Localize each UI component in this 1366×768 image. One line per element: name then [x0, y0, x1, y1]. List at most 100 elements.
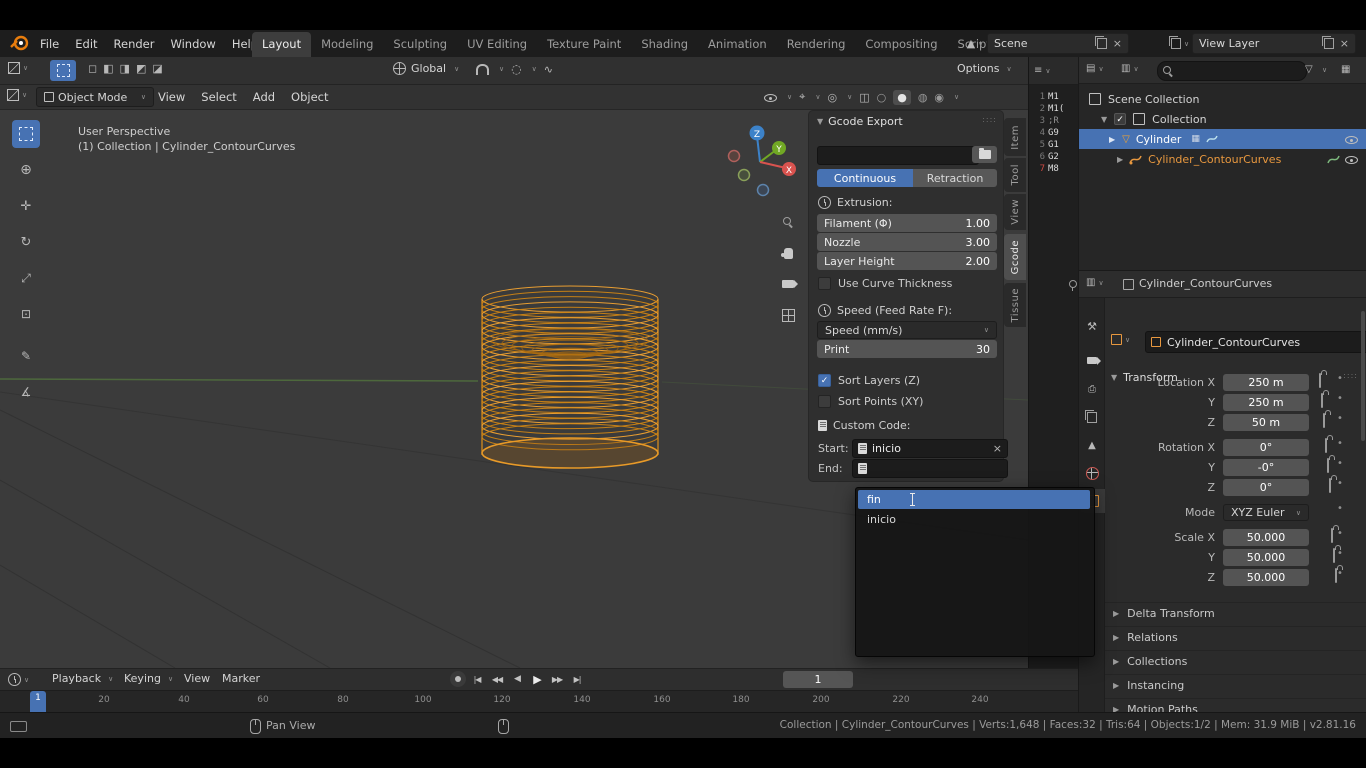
- snap-magnet-icon[interactable]: [476, 64, 489, 75]
- remove-view-layer-icon[interactable]: ×: [1340, 38, 1349, 49]
- overlays-toggle-icon[interactable]: ◎: [827, 91, 837, 104]
- tool-transform[interactable]: ⊡: [12, 300, 40, 328]
- zoom-button[interactable]: [776, 210, 800, 234]
- new-scene-icon[interactable]: [1097, 38, 1107, 49]
- sidebar-tab-view[interactable]: View: [1004, 194, 1026, 230]
- next-keyframe-button[interactable]: ▶▶: [548, 671, 566, 687]
- sidebar-tab-tissue[interactable]: Tissue: [1004, 283, 1026, 327]
- shading-wireframe-icon[interactable]: ○: [877, 91, 887, 104]
- text-datablock-icon[interactable]: [858, 443, 867, 454]
- editor-type-icon[interactable]: ∨: [8, 62, 28, 74]
- use-curve-thickness-checkbox[interactable]: [818, 277, 831, 290]
- outliner-editor-type-icon[interactable]: ▤∨: [1086, 63, 1104, 74]
- tab-view-layer-properties[interactable]: [1080, 405, 1104, 429]
- shading-rendered-icon[interactable]: ◉: [934, 91, 944, 104]
- workspace-tab-animation[interactable]: Animation: [698, 32, 777, 57]
- visibility-dropdown-icon[interactable]: ∨: [787, 93, 792, 101]
- animate-dot-icon[interactable]: •: [1337, 478, 1343, 489]
- pin-icon[interactable]: [1069, 280, 1077, 288]
- play-reverse-button[interactable]: ◀: [508, 671, 526, 687]
- transform-orientation-dropdown[interactable]: Global ∨: [393, 62, 459, 75]
- scale-x-field[interactable]: 50.000: [1223, 529, 1309, 546]
- layer-height-slider[interactable]: Layer Height2.00: [817, 252, 997, 270]
- prev-keyframe-button[interactable]: ◀◀: [488, 671, 506, 687]
- lock-icon[interactable]: [1331, 528, 1333, 543]
- scale-y-field[interactable]: 50.000: [1223, 549, 1309, 566]
- viewport-menu-object[interactable]: Object: [283, 90, 336, 104]
- timeline-view-menu[interactable]: View: [184, 672, 210, 685]
- sort-points-checkbox[interactable]: [818, 395, 831, 408]
- gcode-text-lines[interactable]: 1M1 2M1( 3;R 4G9 5G1 6G2 7M8: [1032, 91, 1064, 175]
- select-mode-new-icon[interactable]: ◻: [88, 62, 97, 75]
- new-collection-icon[interactable]: ▦: [1341, 64, 1350, 75]
- animate-dot-icon[interactable]: •: [1337, 548, 1343, 559]
- mode-tab-retraction[interactable]: Retraction: [913, 169, 997, 187]
- end-code-field[interactable]: [852, 459, 1008, 478]
- select-mode-intersect-icon[interactable]: ◪: [152, 62, 162, 75]
- playback-menu[interactable]: Playback∨: [52, 672, 113, 685]
- lock-icon[interactable]: [1323, 413, 1325, 428]
- section-collections[interactable]: ▶Collections: [1105, 650, 1366, 671]
- select-mode-invert-icon[interactable]: ◩: [136, 62, 146, 75]
- ortho-toggle-button[interactable]: [776, 303, 800, 327]
- gcode-path-browse-button[interactable]: [972, 146, 997, 163]
- proportional-dropdown-icon[interactable]: ∨: [532, 65, 537, 73]
- object-id-icon[interactable]: ∨: [1111, 334, 1130, 345]
- shading-material-icon[interactable]: ◍: [918, 91, 928, 104]
- filament-slider[interactable]: Filament (Φ)1.00: [817, 214, 997, 232]
- pan-hand-button[interactable]: [776, 241, 800, 265]
- animate-dot-icon[interactable]: •: [1337, 503, 1343, 514]
- workspace-tab-sculpting[interactable]: Sculpting: [383, 32, 457, 57]
- tool-rotate[interactable]: ↻: [12, 228, 40, 256]
- outliner-display-mode-icon[interactable]: ▥∨: [1121, 63, 1139, 74]
- panel-collapse-icon[interactable]: ▼: [817, 117, 823, 126]
- tab-render-properties[interactable]: [1080, 348, 1104, 372]
- tab-output-properties[interactable]: ⎙: [1080, 377, 1104, 401]
- outliner-filter-dropdown-icon[interactable]: ∨: [1322, 66, 1327, 74]
- outliner-row-contourcurves[interactable]: ▶ Cylinder_ContourCurves: [1079, 149, 1366, 169]
- current-frame-field[interactable]: 1: [783, 671, 853, 688]
- camera-view-button[interactable]: [776, 272, 800, 296]
- overlays-dropdown-icon[interactable]: ∨: [847, 93, 852, 101]
- viewport-editor-type-icon[interactable]: ∨: [7, 89, 27, 101]
- view-layer-icon[interactable]: ∨: [1168, 34, 1192, 53]
- workspace-tab-shading[interactable]: Shading: [631, 32, 698, 57]
- viewport-menu-add[interactable]: Add: [245, 90, 283, 104]
- rotation-x-field[interactable]: 0°: [1223, 439, 1309, 456]
- lock-icon[interactable]: [1321, 393, 1323, 408]
- section-relations[interactable]: ▶Relations: [1105, 626, 1366, 647]
- gizmo-toggle-icon[interactable]: ⌖: [799, 90, 805, 104]
- workspace-tab-rendering[interactable]: Rendering: [777, 32, 856, 57]
- animate-dot-icon[interactable]: •: [1337, 528, 1343, 539]
- hide-toggle-eye-icon[interactable]: [1345, 133, 1358, 146]
- clear-start-icon[interactable]: ×: [993, 443, 1002, 454]
- outliner-row-cylinder[interactable]: ▶ ▽ Cylinder ▦: [1079, 129, 1366, 149]
- timeline-editor-type-icon[interactable]: ∨: [8, 673, 29, 686]
- animate-dot-icon[interactable]: •: [1337, 438, 1343, 449]
- visibility-toggle-icon[interactable]: [764, 91, 777, 104]
- section-instancing[interactable]: ▶Instancing: [1105, 674, 1366, 695]
- view-layer-selector[interactable]: View Layer ×: [1192, 33, 1356, 54]
- start-code-field[interactable]: inicio ×: [852, 439, 1008, 458]
- print-speed-slider[interactable]: Print30: [817, 340, 997, 358]
- properties-editor-type-icon[interactable]: ▥∨: [1086, 277, 1104, 288]
- scene-icon[interactable]: ▲∨: [963, 34, 987, 53]
- outliner-row-collection[interactable]: ▼ Collection: [1079, 109, 1366, 129]
- tool-measure[interactable]: ∡: [12, 378, 40, 406]
- tool-options-dropdown[interactable]: Options ∨: [957, 62, 1012, 75]
- popup-item-inicio[interactable]: inicio: [858, 510, 1090, 529]
- play-button[interactable]: ▶: [528, 671, 546, 687]
- sidebar-tab-gcode[interactable]: Gcode: [1004, 234, 1026, 280]
- properties-scrollbar[interactable]: [1361, 311, 1365, 441]
- menu-window[interactable]: Window: [162, 37, 223, 51]
- location-y-field[interactable]: 250 m: [1223, 394, 1309, 411]
- mode-dropdown[interactable]: Object Mode ∨: [36, 87, 154, 107]
- text-editor-type-icon[interactable]: ≡: [1034, 65, 1042, 76]
- animate-dot-icon[interactable]: •: [1337, 393, 1343, 404]
- new-view-layer-icon[interactable]: [1324, 38, 1334, 49]
- mode-tab-continuous[interactable]: Continuous: [817, 169, 913, 187]
- tab-world-properties[interactable]: [1080, 461, 1104, 485]
- outliner-filter-icon[interactable]: ▽: [1305, 64, 1313, 75]
- navigation-gizmo[interactable]: Z Y X: [724, 122, 796, 200]
- animate-dot-icon[interactable]: •: [1337, 568, 1343, 579]
